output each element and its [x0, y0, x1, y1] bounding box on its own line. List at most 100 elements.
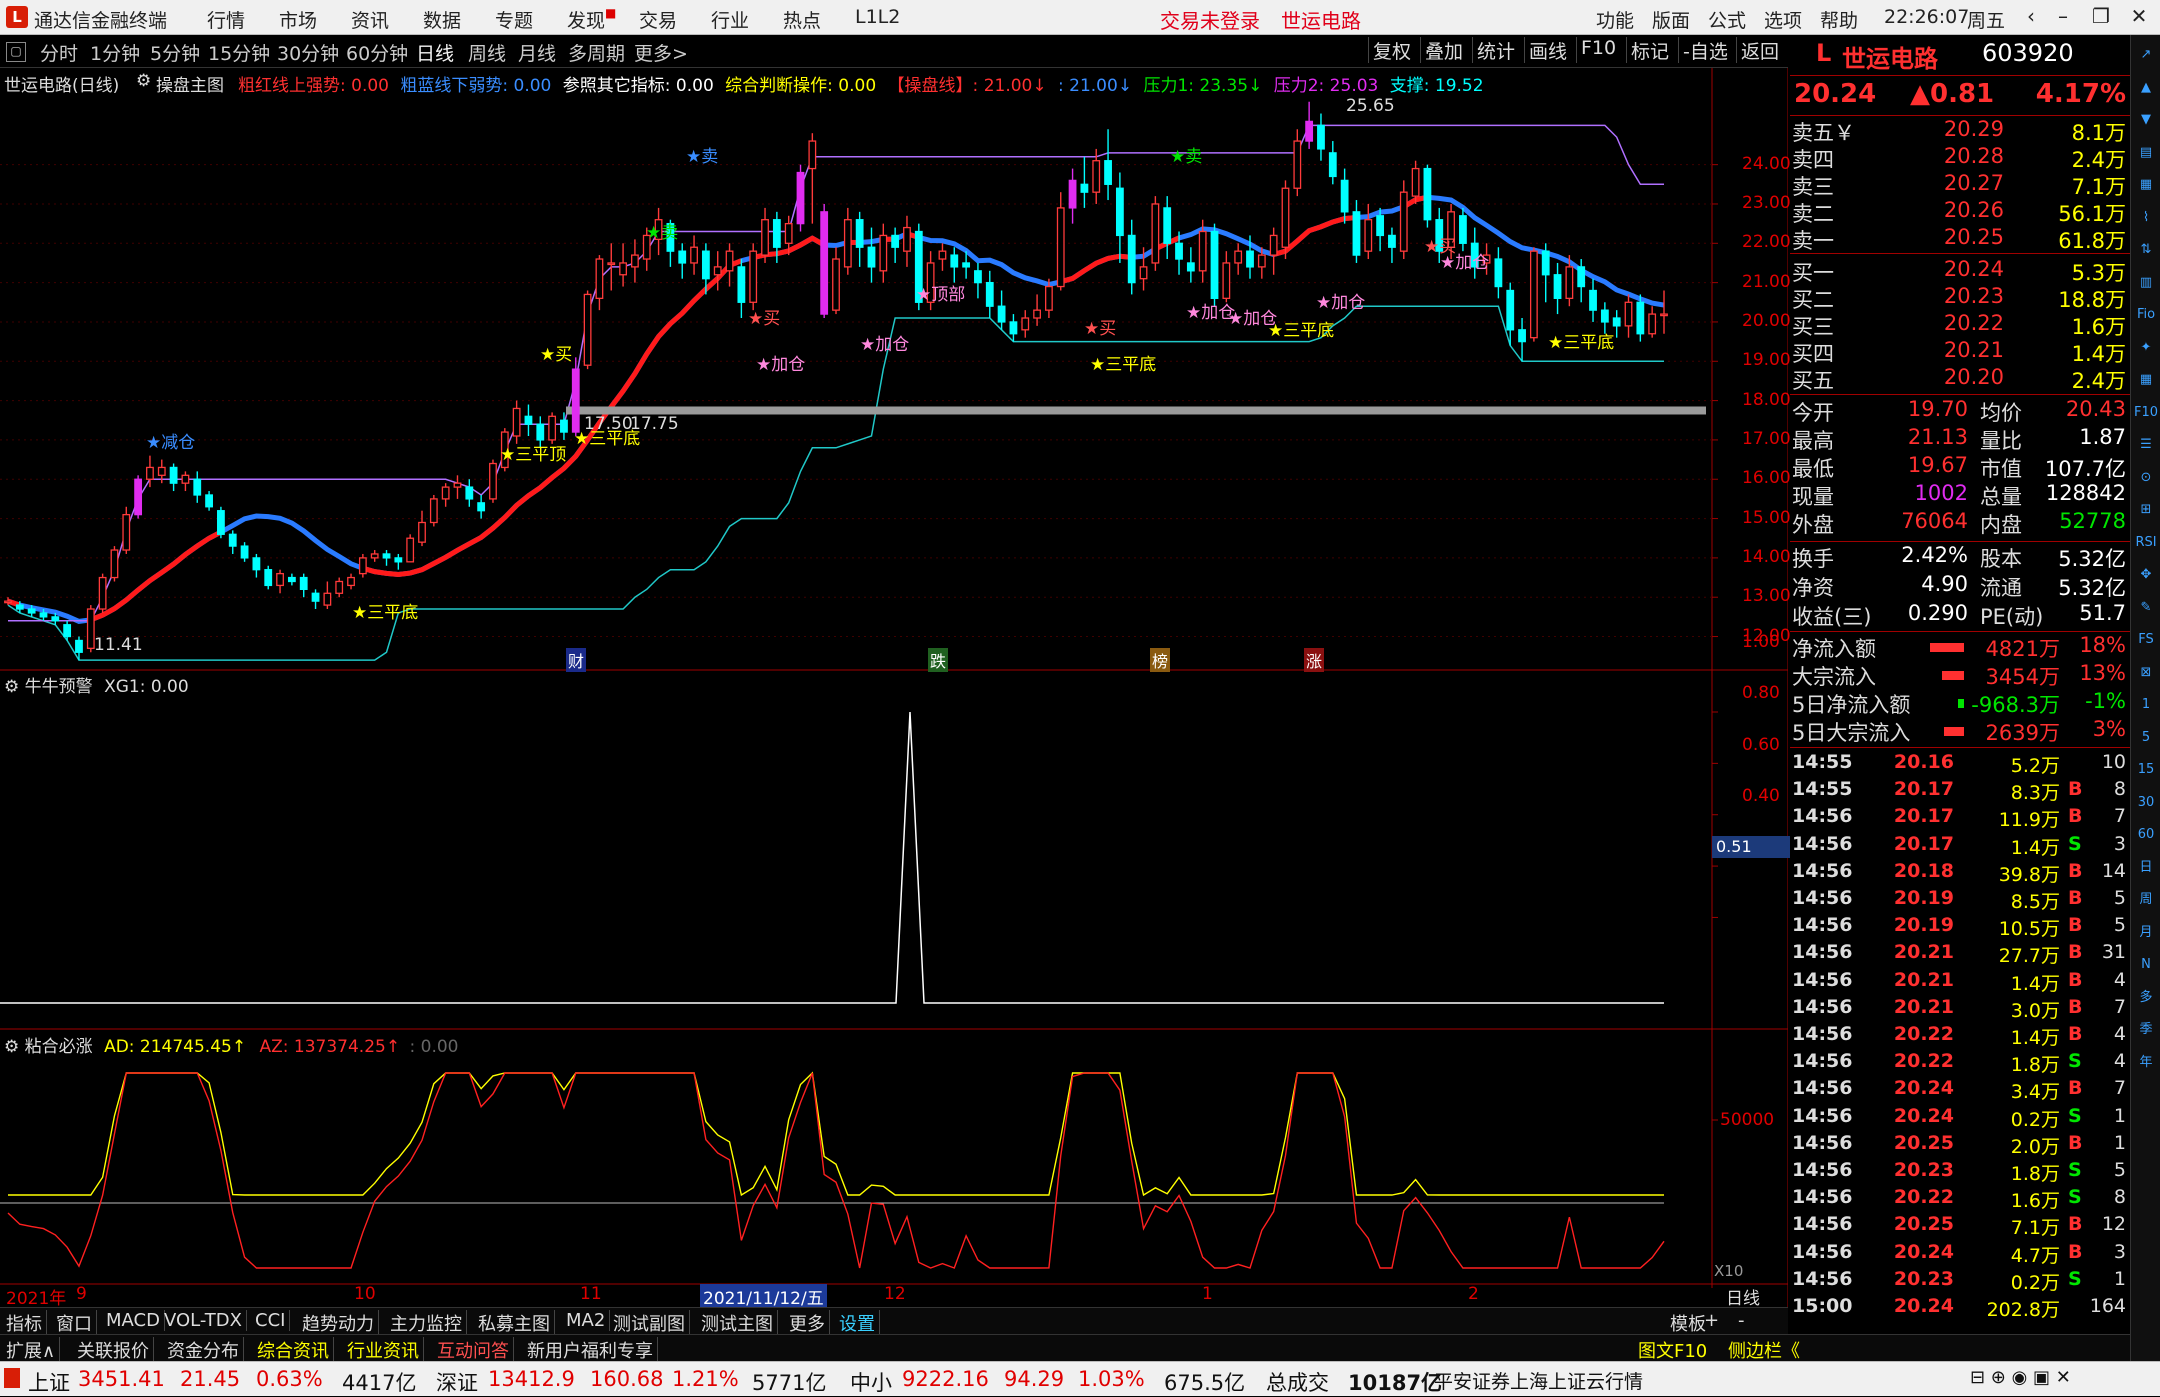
sub1-settings-icon[interactable]: ⚙ — [4, 677, 19, 697]
ask-row-4[interactable]: 卖四20.282.4万 — [1790, 144, 2130, 171]
period-5min[interactable]: 5分钟 — [150, 39, 200, 66]
minimize-icon[interactable]: – — [2048, 4, 2078, 30]
flow-row[interactable]: 大宗流入3454万13% — [1790, 661, 2130, 689]
table-icon[interactable]: ▥ — [2134, 271, 2158, 295]
period-5-icon[interactable]: 5 — [2134, 726, 2158, 750]
indicator-tab[interactable]: 私募主图 — [474, 1310, 555, 1336]
extension-tab[interactable]: 新用户福利专享 — [523, 1337, 658, 1363]
period-more[interactable]: 更多> — [634, 39, 688, 66]
mark-button[interactable]: 标记 — [1626, 37, 1673, 63]
period-15min[interactable]: 15分钟 — [208, 39, 270, 66]
year-icon[interactable]: 年 — [2134, 1051, 2158, 1075]
stats-button[interactable]: 统计 — [1472, 37, 1519, 63]
day-icon[interactable]: 日 — [2134, 856, 2158, 880]
n-icon[interactable]: N — [2134, 953, 2158, 977]
menu-item-options[interactable]: 选项 — [1764, 6, 1802, 33]
event-marker-list[interactable]: 榜 — [1150, 648, 1170, 672]
bid-row-2[interactable]: 买二20.2318.8万 — [1790, 284, 2130, 311]
panel-toggle-tab[interactable]: 侧边栏《 — [1728, 1337, 1800, 1363]
flow-row[interactable]: 净流入额4821万18% — [1790, 633, 2130, 661]
sub1-title[interactable]: 牛牛预警 — [25, 677, 93, 697]
indicator-tab[interactable]: MACD — [102, 1310, 165, 1331]
menu-item-hot[interactable]: 热点 — [783, 6, 821, 33]
menu-item-topic[interactable]: 专题 — [495, 6, 533, 33]
event-marker-rise[interactable]: 涨 — [1304, 648, 1324, 672]
extension-tab[interactable]: 行业资讯 — [343, 1337, 424, 1363]
period-week[interactable]: 周线 — [468, 39, 506, 66]
sz-label[interactable]: 深证 — [436, 1367, 478, 1397]
grid2-icon[interactable]: ▦ — [2134, 368, 2158, 392]
panel-toggle-tab[interactable]: 图文F10 — [1638, 1337, 1707, 1363]
month-icon[interactable]: 月 — [2134, 921, 2158, 945]
extension-tab[interactable]: 关联报价 — [73, 1337, 154, 1363]
indicator-tab[interactable]: 设置 — [835, 1310, 880, 1336]
watchlist-button[interactable]: -自选 — [1678, 37, 1732, 63]
star-icon[interactable]: ✦ — [2134, 336, 2158, 360]
external-link-icon[interactable]: ↗ — [2134, 43, 2158, 67]
menu-icon[interactable]: ☰ — [2134, 433, 2158, 457]
adjust-button[interactable]: 复权 — [1368, 37, 1415, 63]
menu-item-formula[interactable]: 公式 — [1708, 6, 1746, 33]
f10-icon[interactable]: F10 — [2134, 401, 2158, 425]
move-icon[interactable]: ✥ — [2134, 563, 2158, 587]
period-month[interactable]: 月线 — [518, 39, 556, 66]
quarter-icon[interactable]: 季 — [2134, 1018, 2158, 1042]
chart-icon[interactable]: ⌇ — [2134, 206, 2158, 230]
template-tab[interactable]: 模板 — [1670, 1310, 1706, 1336]
menu-item-quote[interactable]: 行情 — [207, 6, 245, 33]
plus-icon[interactable]: ⊞ — [2134, 498, 2158, 522]
indicator-tab[interactable]: 指标 — [2, 1310, 47, 1336]
indicator-tab[interactable]: CCI — [251, 1310, 290, 1331]
fio-icon[interactable]: Fio — [2134, 303, 2158, 327]
menu-item-help[interactable]: 帮助 — [1820, 6, 1858, 33]
flow-row[interactable]: 5日大宗流入2639万3% — [1790, 717, 2130, 745]
bid-row-5[interactable]: 买五20.202.4万 — [1790, 365, 2130, 392]
indicator-tab[interactable]: 测试副图 — [609, 1310, 690, 1336]
extension-tab[interactable]: 综合资讯 — [253, 1337, 334, 1363]
ask-row-3[interactable]: 卖三20.277.1万 — [1790, 171, 2130, 198]
sub2-settings-icon[interactable]: ⚙ — [4, 1037, 19, 1057]
target-icon[interactable]: ⊙ — [2134, 466, 2158, 490]
overlay-button[interactable]: 叠加 — [1420, 37, 1467, 63]
chart-area[interactable] — [0, 68, 1788, 1307]
menu-item-news[interactable]: 资讯 — [351, 6, 389, 33]
back-icon[interactable]: ‹ — [2016, 4, 2046, 30]
login-status[interactable]: 交易未登录 — [1160, 5, 1260, 34]
draw-button[interactable]: 画线 — [1524, 37, 1571, 63]
event-marker-finance[interactable]: 财 — [566, 648, 586, 672]
period-15-icon[interactable]: 15 — [2134, 758, 2158, 782]
menu-item-l1l2[interactable]: L1L2 — [855, 6, 900, 28]
indicator-tab[interactable]: 窗口 — [52, 1310, 97, 1336]
menu-item-layout[interactable]: 版面 — [1652, 6, 1690, 33]
bid-row-1[interactable]: 买一20.245.3万 — [1790, 257, 2130, 284]
period-multi[interactable]: 多周期 — [568, 39, 625, 66]
bid-row-4[interactable]: 买四20.211.4万 — [1790, 338, 2130, 365]
template-tab[interactable]: + — [1704, 1310, 1719, 1331]
period-day[interactable]: 日线 — [416, 39, 454, 66]
grid-icon[interactable]: ▦ — [2134, 173, 2158, 197]
extension-tab[interactable]: 资金分布 — [163, 1337, 244, 1363]
template-tab[interactable]: - — [1738, 1310, 1745, 1331]
rsi-icon[interactable]: RSI — [2134, 531, 2158, 555]
zx-label[interactable]: 中小 — [850, 1367, 892, 1397]
pen-icon[interactable]: ✎ — [2134, 596, 2158, 620]
indicator-tab[interactable]: 趋势动力 — [298, 1310, 379, 1336]
menu-item-function[interactable]: 功能 — [1596, 6, 1634, 33]
ask-row-2[interactable]: 卖二20.2656.1万 — [1790, 198, 2130, 225]
week-icon[interactable]: 周 — [2134, 888, 2158, 912]
menu-item-trade[interactable]: 交易 — [639, 6, 677, 33]
exchange-icon[interactable]: ⇅ — [2134, 238, 2158, 262]
menu-item-market[interactable]: 市场 — [279, 6, 317, 33]
list-icon[interactable]: ▤ — [2134, 141, 2158, 165]
back-button[interactable]: 返回 — [1736, 37, 1783, 63]
collapse-icon[interactable]: ▢ — [6, 42, 26, 62]
down-icon[interactable]: ▼ — [2134, 108, 2158, 132]
period-30-icon[interactable]: 30 — [2134, 791, 2158, 815]
fs-icon[interactable]: FS — [2134, 628, 2158, 652]
sh-label[interactable]: 上证 — [28, 1367, 70, 1397]
f10-button[interactable]: F10 — [1576, 37, 1620, 63]
menu-item-discover[interactable]: 发现■ — [567, 6, 616, 33]
period-timeshare[interactable]: 分时 — [40, 39, 78, 66]
box-icon[interactable]: ⊠ — [2134, 661, 2158, 685]
close-icon[interactable]: ✕ — [2124, 4, 2154, 30]
